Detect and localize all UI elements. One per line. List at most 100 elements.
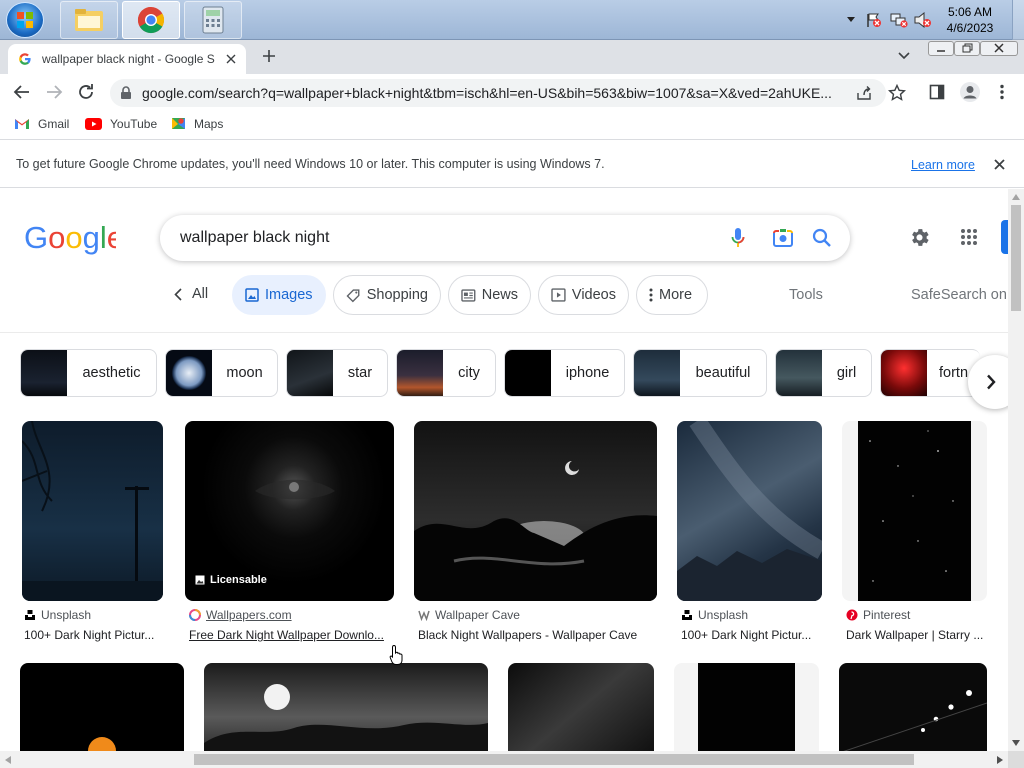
- related-chip-city[interactable]: city: [396, 349, 496, 397]
- learn-more-link[interactable]: Learn more: [911, 158, 975, 172]
- search-icon[interactable]: [812, 228, 832, 248]
- tab-news[interactable]: News: [448, 275, 531, 315]
- horizontal-scroll-thumb[interactable]: [194, 754, 914, 765]
- horizontal-scrollbar[interactable]: [0, 751, 1008, 768]
- camera-lens-icon[interactable]: [772, 228, 794, 248]
- starry-image: [698, 663, 795, 751]
- related-chip-iphone[interactable]: iphone: [504, 349, 625, 397]
- result-source[interactable]: Unsplash: [681, 608, 748, 622]
- result-image[interactable]: [842, 421, 987, 601]
- result-title[interactable]: Black Night Wallpapers - Wallpaper Cave: [418, 628, 658, 642]
- scroll-left-icon[interactable]: [5, 756, 11, 764]
- forward-button[interactable]: [45, 84, 63, 100]
- close-infobar-icon[interactable]: [994, 159, 1005, 170]
- related-chip-fortnite[interactable]: fortn: [880, 349, 980, 397]
- restore-button[interactable]: [954, 41, 980, 56]
- related-scroll-next-button[interactable]: [968, 355, 1008, 409]
- result-source[interactable]: Wallpaper Cave: [418, 608, 520, 622]
- related-chip-beautiful[interactable]: beautiful: [633, 349, 767, 397]
- close-window-button[interactable]: [980, 41, 1018, 56]
- volume-muted-icon[interactable]: [914, 12, 932, 28]
- safesearch-button[interactable]: SafeSearch on: [911, 287, 1007, 303]
- reload-button[interactable]: [77, 83, 95, 101]
- google-favicon-icon: [19, 53, 31, 65]
- result-card[interactable]: [677, 421, 822, 601]
- result-title[interactable]: Dark Wallpaper | Starry ...: [846, 628, 988, 642]
- related-chip-girl[interactable]: girl: [775, 349, 872, 397]
- tools-button[interactable]: Tools: [789, 287, 823, 303]
- minimize-button[interactable]: [928, 41, 954, 56]
- tab-more[interactable]: More: [636, 275, 708, 315]
- network-icon[interactable]: [890, 12, 908, 28]
- scroll-right-icon[interactable]: [997, 756, 1003, 764]
- tab-videos[interactable]: Videos: [538, 275, 629, 315]
- result-card[interactable]: Licensable: [185, 421, 394, 601]
- show-desktop-button[interactable]: [1012, 0, 1024, 40]
- bookmark-star-icon[interactable]: [888, 84, 906, 102]
- back-button[interactable]: [13, 84, 31, 100]
- tab-images[interactable]: Images: [232, 275, 326, 315]
- calculator-icon: [202, 6, 224, 34]
- tab-all[interactable]: All: [174, 286, 208, 302]
- result-source[interactable]: Wallpapers.com: [189, 608, 292, 622]
- address-bar[interactable]: google.com/search?q=wallpaper+black+nigh…: [110, 79, 906, 107]
- update-infobar: To get future Google Chrome updates, you…: [0, 141, 1024, 188]
- taskbar-chrome-button[interactable]: [122, 1, 180, 39]
- chip-label: girl: [836, 365, 857, 381]
- result-image[interactable]: [20, 663, 184, 751]
- bookmark-gmail[interactable]: Gmail: [14, 117, 69, 131]
- apps-grid-icon[interactable]: [960, 228, 978, 246]
- active-tab[interactable]: wallpaper black night - Google S: [8, 44, 246, 74]
- result-card[interactable]: [22, 421, 163, 601]
- start-button[interactable]: [6, 2, 44, 38]
- tab-search-button[interactable]: [898, 52, 910, 60]
- divider: [0, 332, 1008, 333]
- vertical-scrollbar[interactable]: [1008, 189, 1024, 751]
- bookmark-youtube[interactable]: YouTube: [85, 117, 157, 131]
- related-chip-aesthetic[interactable]: aesthetic: [20, 349, 157, 397]
- vertical-scroll-thumb[interactable]: [1011, 205, 1021, 311]
- sign-in-button[interactable]: [1001, 220, 1008, 254]
- chrome-menu-button[interactable]: [999, 84, 1005, 100]
- search-input[interactable]: wallpaper black night: [180, 229, 329, 247]
- related-chip-star[interactable]: star: [286, 349, 388, 397]
- search-results-page: Google wallpaper black night All Images …: [0, 189, 1008, 751]
- search-box[interactable]: wallpaper black night: [160, 215, 850, 261]
- chevron-left-icon: [174, 287, 182, 301]
- result-image[interactable]: [204, 663, 488, 751]
- result-title[interactable]: 100+ Dark Night Pictur...: [24, 628, 166, 642]
- system-clock[interactable]: 5:06 AM 4/6/2023: [940, 4, 1000, 36]
- scrollbar-corner: [1008, 751, 1024, 768]
- result-card[interactable]: [842, 421, 987, 601]
- image-icon: [195, 575, 205, 585]
- share-icon[interactable]: [856, 85, 872, 101]
- result-image[interactable]: [414, 421, 657, 601]
- result-title[interactable]: 100+ Dark Night Pictur...: [681, 628, 823, 642]
- result-image[interactable]: [508, 663, 654, 751]
- tab-shopping[interactable]: Shopping: [333, 275, 441, 315]
- google-logo[interactable]: Google: [24, 221, 116, 255]
- result-source[interactable]: Pinterest: [846, 608, 910, 622]
- result-image[interactable]: [674, 663, 819, 751]
- result-card[interactable]: [414, 421, 657, 601]
- result-image[interactable]: [839, 663, 987, 751]
- scroll-up-icon[interactable]: [1012, 194, 1020, 200]
- scroll-down-icon[interactable]: [1012, 740, 1020, 746]
- result-title[interactable]: Free Dark Night Wallpaper Downlo...: [189, 628, 389, 642]
- taskbar-calculator-button[interactable]: [184, 1, 242, 39]
- related-chip-moon[interactable]: moon: [165, 349, 278, 397]
- side-panel-button[interactable]: [929, 84, 945, 100]
- settings-gear-icon[interactable]: [908, 226, 931, 249]
- result-image[interactable]: [22, 421, 163, 601]
- microphone-icon[interactable]: [731, 227, 745, 249]
- result-image[interactable]: [677, 421, 822, 601]
- profile-button[interactable]: [959, 81, 981, 103]
- new-tab-button[interactable]: [262, 49, 276, 63]
- taskbar-explorer-button[interactable]: [60, 1, 118, 39]
- result-source[interactable]: Unsplash: [24, 608, 91, 622]
- tab-close-icon[interactable]: [226, 54, 236, 64]
- action-center-icon[interactable]: [866, 12, 882, 28]
- result-image[interactable]: Licensable: [185, 421, 394, 601]
- show-hidden-icons-button[interactable]: [846, 14, 856, 24]
- bookmark-maps[interactable]: Maps: [171, 116, 223, 131]
